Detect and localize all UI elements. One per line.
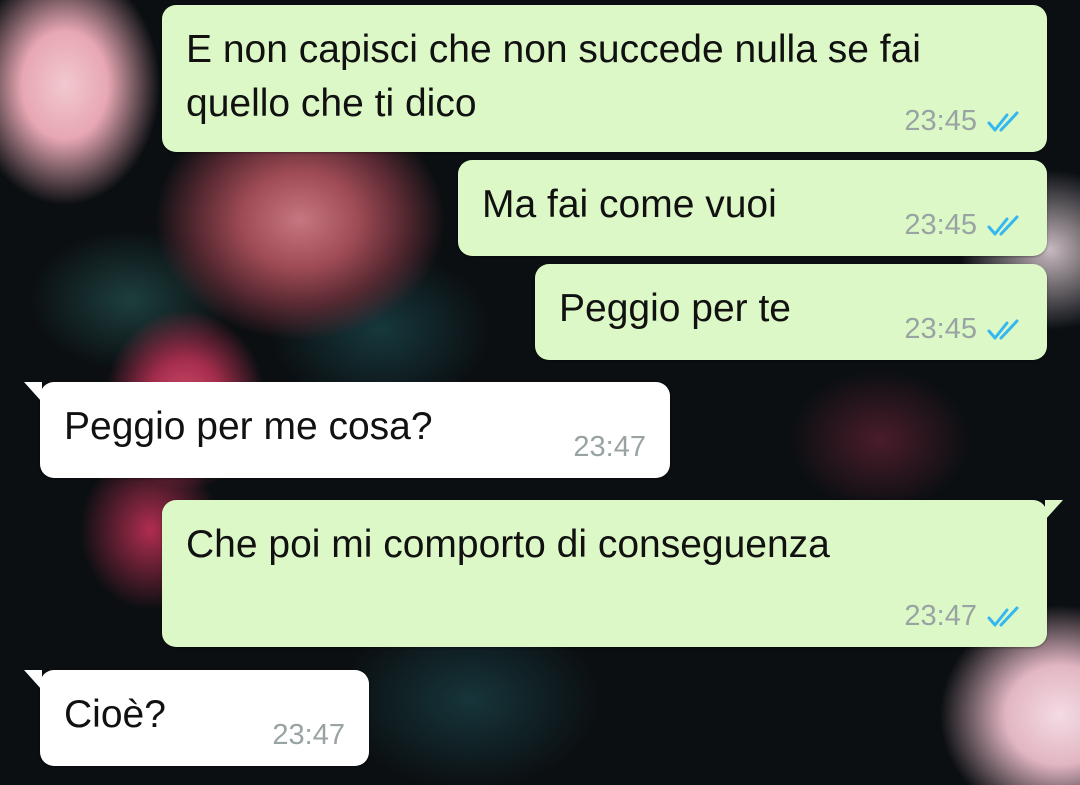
message-bubble-outgoing[interactable]: E non capisci che non succede nulla se f…	[162, 5, 1047, 152]
message-time: 23:45	[904, 313, 977, 345]
message-bubble-outgoing[interactable]: Che poi mi comporto di conseguenza 23:47	[162, 500, 1063, 647]
message-time: 23:47	[573, 431, 646, 463]
message-meta: 23:45	[904, 209, 1023, 242]
message-bubble-incoming[interactable]: Cioè? 23:47	[24, 670, 369, 766]
message-time: 23:47	[272, 719, 345, 751]
message-time: 23:45	[904, 105, 977, 137]
message-meta: 23:45	[904, 313, 1023, 346]
message-bubble-outgoing[interactable]: Peggio per te 23:45	[535, 264, 1047, 360]
message-bubble-outgoing[interactable]: Ma fai come vuoi 23:45	[458, 160, 1047, 256]
message-meta: 23:45	[904, 105, 1023, 138]
bubble-tail	[24, 382, 42, 402]
double-check-read-icon	[987, 111, 1019, 131]
message-meta: 23:47	[904, 600, 1023, 633]
message-bubble-incoming[interactable]: Peggio per me cosa? 23:47	[24, 382, 670, 478]
double-check-read-icon	[987, 319, 1019, 339]
message-meta: 23:47	[573, 431, 646, 464]
message-time: 23:45	[904, 209, 977, 241]
message-text: E non capisci che non succede nulla se f…	[186, 28, 921, 125]
message-text: Peggio per me cosa?	[64, 405, 433, 448]
message-meta: 23:47	[272, 719, 345, 752]
message-time: 23:47	[904, 600, 977, 632]
double-check-read-icon	[987, 215, 1019, 235]
message-text: Ma fai come vuoi	[482, 183, 777, 226]
message-text: Cioè?	[64, 693, 166, 736]
bubble-tail	[1045, 500, 1063, 520]
double-check-read-icon	[987, 606, 1019, 626]
message-text: Che poi mi comporto di conseguenza	[186, 523, 830, 566]
bubble-tail	[24, 670, 42, 690]
message-text: Peggio per te	[559, 287, 792, 330]
